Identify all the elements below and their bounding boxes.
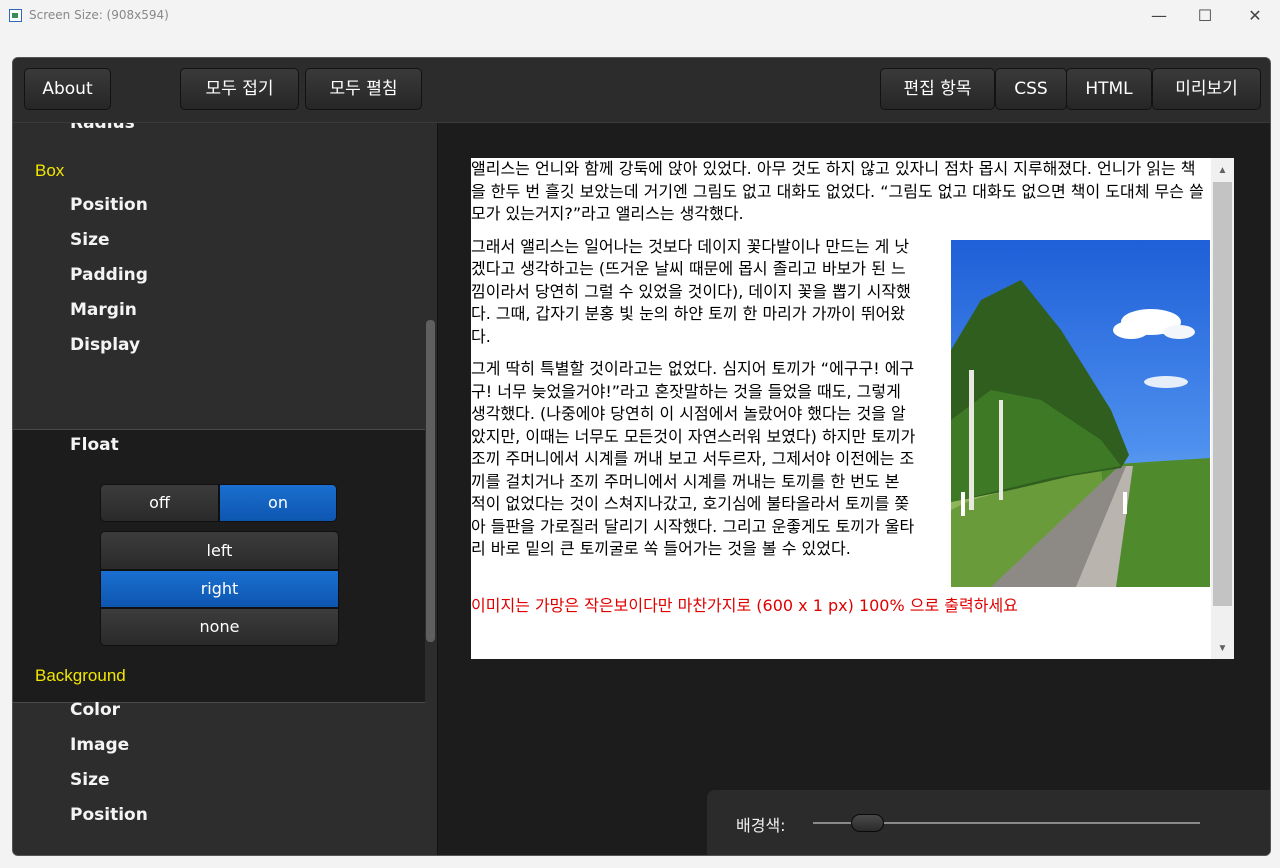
sidebar-item-padding[interactable]: Padding — [70, 265, 148, 285]
property-sidebar[interactable]: Radius Box Position Size Padding Margin … — [13, 123, 438, 855]
sidebar-item-bg-size[interactable]: Size — [70, 770, 110, 790]
tab-css[interactable]: CSS — [995, 68, 1067, 110]
tab-edit-items[interactable]: 편집 항목 — [880, 68, 995, 110]
document-content: 앨리스는 언니와 함께 강둑에 앉아 있었다. 아무 것도 하지 않고 있자니 … — [471, 158, 1210, 627]
maximize-button[interactable]: ☐ — [1180, 0, 1230, 32]
sidebar-item-size[interactable]: Size — [70, 230, 110, 250]
sidebar-heading-box: Box — [35, 161, 65, 180]
document-scrollbar-thumb[interactable] — [1213, 182, 1232, 606]
expand-all-button[interactable]: 모두 펼침 — [305, 68, 422, 110]
sidebar-item-color[interactable]: Color — [70, 700, 120, 720]
sidebar-scrollbar-thumb[interactable] — [426, 320, 435, 642]
float-none-option[interactable]: none — [100, 608, 339, 646]
sidebar-item-position[interactable]: Position — [70, 195, 148, 215]
splitter[interactable] — [437, 123, 438, 855]
document-scrollbar[interactable]: ▲ ▼ — [1211, 158, 1234, 659]
float-panel: Float off on left right none — [13, 429, 425, 703]
background-color-panel: 배경색: — [707, 790, 1270, 855]
float-right-option[interactable]: right — [100, 570, 339, 608]
about-button[interactable]: About — [24, 68, 111, 110]
background-color-slider-handle[interactable] — [850, 814, 884, 832]
collapse-all-button[interactable]: 모두 접기 — [180, 68, 299, 110]
sidebar-item-margin[interactable]: Margin — [70, 300, 137, 320]
preview-document[interactable]: 앨리스는 언니와 함께 강둑에 앉아 있었다. 아무 것도 하지 않고 있자니 … — [471, 158, 1234, 659]
window-titlebar: Screen Size: (908x594) — ☐ ✕ — [0, 0, 1280, 32]
toolbar: About 모두 접기 모두 펼침 편집 항목 CSS HTML 미리보기 — [13, 58, 1270, 123]
window-title: Screen Size: (908x594) — [29, 8, 169, 22]
app-frame: About 모두 접기 모두 펼침 편집 항목 CSS HTML 미리보기 Ra… — [12, 57, 1271, 856]
sidebar-item-float[interactable]: Float — [70, 435, 119, 455]
preview-pane: 앨리스는 언니와 함께 강둑에 앉아 있었다. 아무 것도 하지 않고 있자니 … — [439, 123, 1270, 855]
scroll-up-arrow-icon[interactable]: ▲ — [1211, 165, 1234, 176]
scroll-down-arrow-icon[interactable]: ▼ — [1211, 643, 1234, 654]
float-off-toggle[interactable]: off — [100, 484, 219, 522]
sidebar-item-image[interactable]: Image — [70, 735, 129, 755]
minimize-button[interactable]: — — [1134, 0, 1184, 32]
paragraph-1: 앨리스는 언니와 함께 강둑에 앉아 있었다. 아무 것도 하지 않고 있자니 … — [471, 159, 1204, 223]
float-left-option[interactable]: left — [100, 531, 339, 570]
sidebar-item-display[interactable]: Display — [70, 335, 140, 355]
paragraph-cut-red: 이미지는 가망은 작은보이다만 마찬가지로 (600 x 1 px) 100% … — [471, 595, 1018, 615]
close-button[interactable]: ✕ — [1230, 0, 1280, 32]
app-icon — [9, 9, 22, 22]
sidebar-item-radius[interactable]: Radius — [70, 123, 135, 133]
sidebar-item-bg-position[interactable]: Position — [70, 805, 148, 825]
float-on-toggle[interactable]: on — [219, 484, 337, 522]
background-color-label: 배경색: — [736, 816, 786, 835]
tree-lined-road-photo-icon — [951, 239, 1210, 587]
sidebar-heading-background: Background — [35, 666, 126, 685]
tab-html[interactable]: HTML — [1066, 68, 1152, 110]
tab-preview[interactable]: 미리보기 — [1152, 68, 1261, 110]
